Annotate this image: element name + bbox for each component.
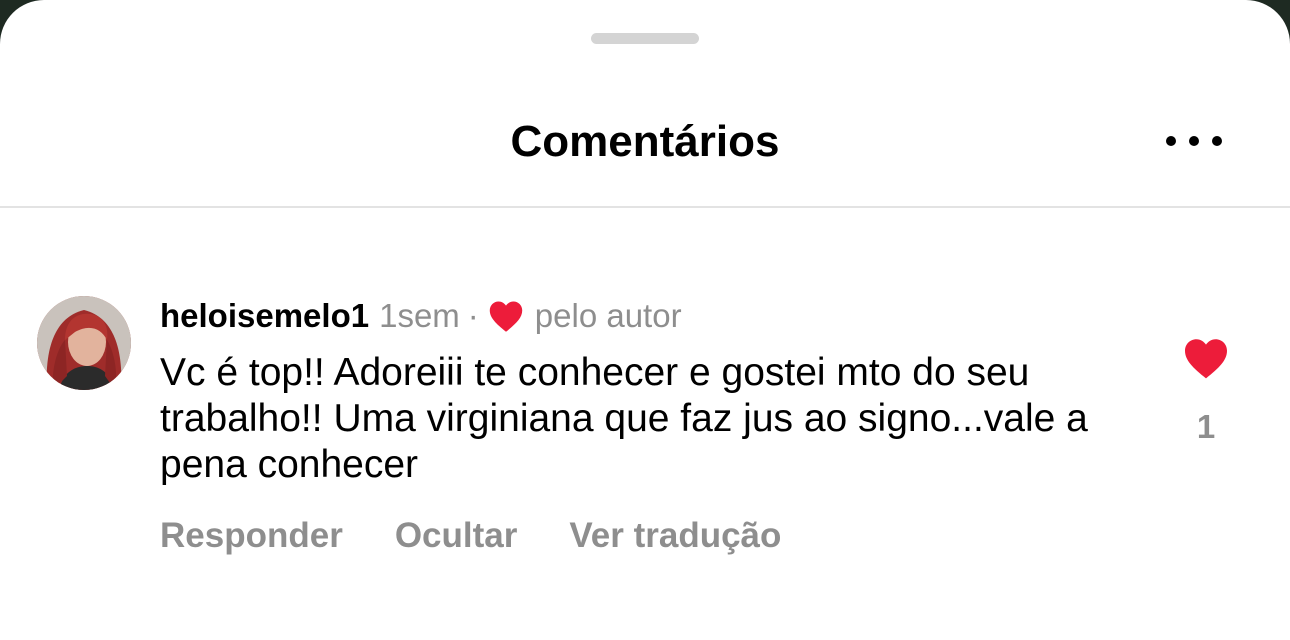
avatar-photo	[37, 296, 131, 390]
meta-separator: ·	[467, 297, 479, 334]
comment-actions: Responder Ocultar Ver tradução	[160, 516, 781, 556]
comment-username[interactable]: heloisemelo1	[160, 297, 369, 335]
liked-by-author-label: pelo autor	[534, 297, 682, 334]
avatar[interactable]	[37, 296, 131, 390]
like-count: 1	[1196, 408, 1216, 445]
like-heart-icon[interactable]	[1181, 336, 1231, 380]
comment-meta: heloisemelo1 1sem · pelo autor	[160, 294, 682, 338]
sheet-grabber-handle[interactable]	[591, 33, 699, 44]
reply-button[interactable]: Responder	[160, 516, 343, 556]
header-divider	[0, 206, 1290, 208]
more-dot	[1166, 136, 1176, 146]
comment-timestamp: 1sem	[379, 297, 460, 334]
comments-sheet: Comentários heloisemelo1 1sem · pelo aut…	[0, 0, 1290, 640]
heart-filled-icon	[489, 301, 523, 332]
more-options-icon[interactable]	[1166, 126, 1222, 156]
comment-text: Vc é top!! Adoreiii te conhecer e gostei…	[160, 351, 1088, 486]
hide-button[interactable]: Ocultar	[395, 516, 518, 556]
more-dot	[1189, 136, 1199, 146]
sheet-title: Comentários	[510, 117, 780, 166]
more-dot	[1212, 136, 1222, 146]
see-translation-button[interactable]: Ver tradução	[569, 516, 781, 556]
